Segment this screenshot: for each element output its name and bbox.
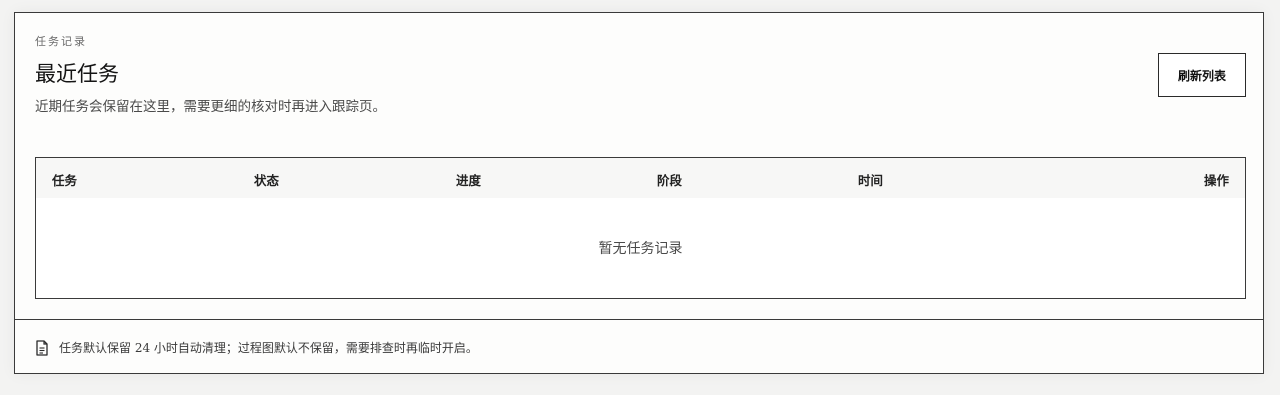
column-header-actions: 操作 xyxy=(1203,173,1229,188)
table-header: 任务 状态 进度 阶段 时间 操作 xyxy=(36,158,1245,198)
footer-note: 任务默认保留 24 小时自动清理；过程图默认不保留，需要排查时再临时开启。 xyxy=(35,339,478,356)
column-header-stage: 阶段 xyxy=(657,173,683,188)
refresh-list-button[interactable]: 刷新列表 xyxy=(1158,53,1246,97)
section-eyebrow: 任务记录 xyxy=(35,35,87,48)
recent-tasks-panel: 任务记录 最近任务 近期任务会保留在这里，需要更细的核对时再进入跟踪页。 刷新列… xyxy=(14,12,1264,374)
column-header-progress: 进度 xyxy=(456,173,482,188)
tasks-table: 任务 状态 进度 阶段 时间 操作 暂无任务记录 xyxy=(35,157,1246,299)
page-subtitle: 近期任务会保留在这里，需要更细的核对时再进入跟踪页。 xyxy=(35,99,386,115)
footer-divider xyxy=(15,319,1263,320)
empty-state-message: 暂无任务记录 xyxy=(598,241,683,257)
footer-note-text: 任务默认保留 24 小时自动清理；过程图默认不保留，需要排查时再临时开启。 xyxy=(59,341,478,355)
column-header-status: 状态 xyxy=(254,173,280,188)
column-header-time: 时间 xyxy=(858,173,884,188)
page-title: 最近任务 xyxy=(35,62,119,86)
column-header-task: 任务 xyxy=(52,173,78,188)
document-icon xyxy=(36,339,48,356)
